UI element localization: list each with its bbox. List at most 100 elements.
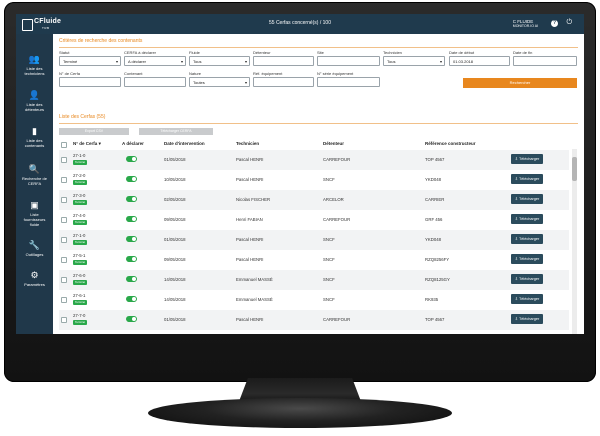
sidebar-item-3[interactable]: 🔍 Recherche de CERFA [16, 164, 53, 186]
table-row[interactable]: 27-3-0 Terminé 02/05/2018 Nicolas FISCHER AR… [59, 190, 569, 210]
ref-equip-input[interactable] [253, 77, 314, 87]
intervention-date: 09/05/2018 [164, 257, 186, 262]
download-button[interactable]: ⇩ Télécharger [511, 234, 543, 244]
cerfa-number[interactable]: 27-6-0 [73, 273, 85, 278]
cerfa-number[interactable]: 27-5-1 [73, 253, 85, 258]
export-csv-button[interactable]: Export CSV [59, 128, 129, 135]
technicien-select[interactable]: Tous ▾ [383, 56, 445, 66]
date-debut-label: Date de début [449, 50, 475, 55]
download-button[interactable]: ⇩ Télécharger [511, 214, 543, 224]
status-badge: Terminé [73, 160, 87, 165]
gear-icon: ⚙ [30, 270, 39, 280]
table-row[interactable]: 27-6-0 Terminé 14/05/2018 Emmanuel MASSÉ SNC… [59, 270, 569, 290]
row-checkbox[interactable] [61, 317, 67, 323]
cerfa-number[interactable]: 27-3-0 [73, 193, 85, 198]
declare-toggle[interactable] [126, 316, 137, 322]
cerfa-select[interactable]: A déclarer ▾ [124, 56, 186, 66]
wrench-icon: 🔧 [28, 240, 41, 250]
row-checkbox[interactable] [61, 257, 67, 263]
sidebar-item-6[interactable]: ⚙ Paramètres [16, 270, 53, 287]
download-button[interactable]: ⇩ Télécharger [511, 194, 543, 204]
declare-toggle[interactable] [126, 176, 137, 182]
fluide-select[interactable]: Tous ▾ [189, 56, 250, 66]
statut-label: Statut [59, 50, 70, 55]
nature-value: Toutes [193, 80, 205, 85]
technician-name: Emmanuel MASSÉ [236, 277, 273, 282]
intervention-date: 14/05/2018 [164, 277, 186, 282]
header-technicien[interactable]: Technicien [236, 141, 259, 146]
statut-select[interactable]: Terminé ▾ [59, 56, 121, 66]
row-checkbox[interactable] [61, 197, 67, 203]
owner-name: SNCF [323, 277, 335, 282]
num-cerfa-input[interactable] [59, 77, 121, 87]
manufacturer-reference: RZQ8125GY [425, 277, 450, 282]
download-button[interactable]: ⇩ Télécharger [511, 274, 543, 284]
header-detenteur[interactable]: Détenteur [323, 141, 344, 146]
table-row[interactable]: 27-6-1 Terminé 14/05/2018 Emmanuel MASSÉ SNC… [59, 290, 569, 310]
table-row[interactable]: 27-4-0 Terminé 09/05/2018 Henri FABIAN CARRE… [59, 210, 569, 230]
header-reference[interactable]: Référence constructeur [425, 141, 476, 146]
row-checkbox[interactable] [61, 217, 67, 223]
nature-select[interactable]: Toutes ▾ [189, 77, 250, 87]
row-checkbox[interactable] [61, 277, 67, 283]
download-button[interactable]: ⇩ Télécharger [511, 314, 543, 324]
download-button[interactable]: ⇩ Télécharger [511, 254, 543, 264]
sidebar-item-label: contenants [24, 143, 45, 148]
date-debut-input[interactable]: 01.03.2018 [449, 56, 510, 66]
download-cerfa-button[interactable]: Télécharger CERFA [139, 128, 213, 135]
table-scrollbar[interactable] [572, 149, 577, 334]
technician-name: Pascal HENRI [236, 177, 264, 182]
power-icon[interactable]: ⏻ [566, 19, 572, 27]
download-icon: ⇩ [514, 157, 518, 161]
declare-toggle[interactable] [126, 276, 137, 282]
cerfa-number[interactable]: 27-6-1 [73, 293, 85, 298]
sidebar-item-4[interactable]: ▣ Liste fournisseurs fluide [16, 200, 53, 227]
sidebar-item-2[interactable]: ▮ Liste des contenants [16, 126, 53, 148]
search-icon: 🔍 [28, 164, 41, 174]
technician-name: Pascal HENRI [236, 237, 264, 242]
status-badge: Terminé [73, 260, 87, 265]
technicien-value: Tous [387, 59, 396, 64]
serie-equip-input[interactable] [317, 77, 380, 87]
site-input[interactable] [317, 56, 380, 66]
cerfa-number[interactable]: 27-1-0 [73, 233, 85, 238]
sidebar-item-1[interactable]: 👤 Liste des détenteurs [16, 90, 53, 112]
cerfa-number[interactable]: 27-2-0 [73, 173, 85, 178]
select-all-checkbox[interactable] [61, 142, 67, 148]
header-date[interactable]: Date d'intervention [164, 141, 205, 146]
table-row[interactable]: 27-1-0 Terminé 01/05/2018 Pascal HENRI SNCF Y… [59, 230, 569, 250]
cerfa-number[interactable]: 27-4-0 [73, 213, 85, 218]
download-icon: ⇩ [514, 237, 518, 241]
contenant-input[interactable] [124, 77, 186, 87]
user-info[interactable]: C FLUIDE MONITOR.IO AI [513, 19, 538, 29]
row-checkbox[interactable] [61, 237, 67, 243]
search-button[interactable]: Rechercher [463, 78, 577, 88]
table-row[interactable]: 27-5-1 Terminé 09/05/2018 Pascal HENRI SNCF R… [59, 250, 569, 270]
declare-toggle[interactable] [126, 216, 137, 222]
date-fin-input[interactable] [513, 56, 577, 66]
sidebar-item-0[interactable]: 👥 Liste des techniciens [16, 54, 53, 76]
table-row[interactable]: 27-1-0 Terminé 01/05/2018 Pascal HENRI CARRE… [59, 150, 569, 170]
table-row[interactable]: 27-7-0 Terminé 01/05/2018 Pascal HENRI CARRE… [59, 310, 569, 330]
cerfa-number[interactable]: 27-1-0 [73, 153, 85, 158]
detenteur-input[interactable] [253, 56, 314, 66]
header-num-cerfa[interactable]: N° de Cerfa ▾ [73, 141, 101, 147]
row-checkbox[interactable] [61, 297, 67, 303]
download-button[interactable]: ⇩ Télécharger [511, 294, 543, 304]
table-row[interactable]: 27-2-0 Terminé 10/05/2018 Pascal HENRI SNCF Y… [59, 170, 569, 190]
cerfa-number[interactable]: 27-7-0 [73, 313, 85, 318]
declare-toggle[interactable] [126, 256, 137, 262]
header-a-declarer[interactable]: A déclarer [122, 141, 144, 146]
row-checkbox[interactable] [61, 157, 67, 163]
scrollbar-thumb[interactable] [572, 157, 577, 181]
declare-toggle[interactable] [126, 296, 137, 302]
manufacturer-reference: RZQ8256FY [425, 257, 450, 262]
declare-toggle[interactable] [126, 156, 137, 162]
declare-toggle[interactable] [126, 196, 137, 202]
declare-toggle[interactable] [126, 236, 137, 242]
download-button[interactable]: ⇩ Télécharger [511, 174, 543, 184]
help-icon[interactable]: ? [551, 20, 558, 27]
download-button[interactable]: ⇩ Télécharger [511, 154, 543, 164]
row-checkbox[interactable] [61, 177, 67, 183]
sidebar-item-5[interactable]: 🔧 Outillages [16, 240, 53, 257]
